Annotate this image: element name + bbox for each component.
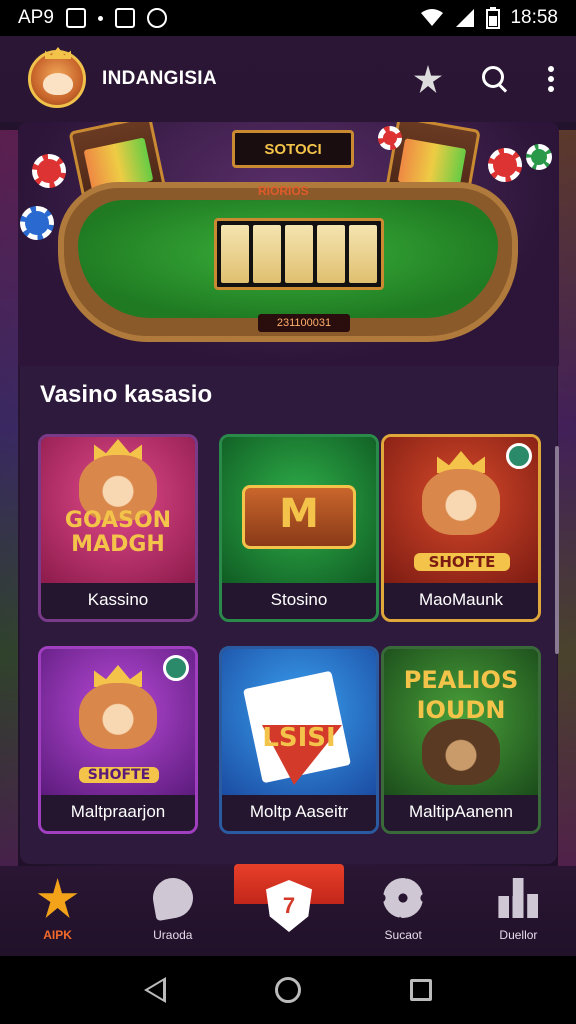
- game-card-label: Moltp Aaseitr: [222, 795, 376, 831]
- game-card-art: LSISI: [222, 649, 376, 799]
- notification-image-icon: [65, 8, 86, 28]
- chip-badge-icon: [506, 443, 532, 469]
- app-logo[interactable]: [28, 50, 86, 108]
- game-card[interactable]: SHOFTE MaoMaunk: [381, 434, 541, 622]
- status-left: AP9: [18, 7, 167, 29]
- signal-icon: [456, 9, 475, 27]
- poker-chip-icon: [378, 126, 402, 150]
- nav-item-label: Sucaot: [384, 928, 422, 942]
- left-background-glow: [0, 130, 18, 880]
- game-card-art: GOASON MADGH: [41, 437, 195, 587]
- game-card[interactable]: GOASON MADGH Kassino: [38, 434, 198, 622]
- nav-item-label: Uraoda: [153, 928, 193, 942]
- back-icon[interactable]: [144, 977, 167, 1003]
- profile-icon: [498, 878, 539, 918]
- status-carrier-text: AP9: [18, 7, 54, 28]
- status-bar: AP9 18:58: [0, 0, 576, 36]
- game-card-art: SHOFTE: [384, 437, 538, 587]
- game-card-art: SHOFTE: [41, 649, 195, 799]
- search-icon[interactable]: [482, 66, 508, 92]
- poker-chip-icon: [526, 144, 552, 170]
- game-card-art-text: GOASON MADGH: [64, 508, 172, 557]
- game-card[interactable]: LSISI Moltp Aaseitr: [219, 646, 379, 834]
- nav-item-settings[interactable]: Sucaot: [346, 866, 461, 956]
- nav-item-home[interactable]: AIPK: [0, 866, 115, 956]
- game-card-art: PEALIOS IOUDN: [384, 649, 538, 799]
- game-card-art-text: LSISI: [262, 723, 336, 753]
- game-card-label: Maltpraarjon: [41, 795, 195, 831]
- poker-chip-icon: [32, 154, 66, 188]
- chip-badge-icon: [163, 655, 189, 681]
- status-time: 18:58: [510, 7, 558, 28]
- chat-icon: [149, 874, 196, 922]
- star-icon: [37, 878, 78, 918]
- right-background-glow: [558, 130, 576, 880]
- nav-item-messages[interactable]: Uraoda: [115, 866, 230, 956]
- game-card-art-text: SHOFTE: [414, 553, 510, 571]
- app-actions: [414, 65, 554, 93]
- recent-apps-icon[interactable]: [409, 979, 432, 1001]
- nav-item-profile[interactable]: Duellor: [461, 866, 576, 956]
- vpn-icon: [146, 8, 167, 28]
- game-card-label: MaoMaunk: [384, 583, 538, 619]
- game-card-label: Stosino: [222, 583, 376, 619]
- hero-banner[interactable]: SOTOCI RIORIOS 231100031: [18, 122, 559, 366]
- mascot-illustration: [79, 683, 157, 749]
- game-card[interactable]: M Stosino: [219, 434, 379, 622]
- shield-glyph: 7: [282, 893, 296, 918]
- nav-item-label: Duellor: [499, 928, 538, 942]
- section-title: Vasino kasasio: [40, 381, 213, 408]
- scrollbar[interactable]: [555, 446, 559, 654]
- status-right: 18:58: [420, 7, 558, 29]
- gear-icon: [383, 878, 424, 918]
- camera-icon: [114, 8, 135, 28]
- mascot-illustration: [422, 719, 500, 785]
- game-panel: Vasino kasasio GOASON MADGH Kassino M St…: [20, 366, 559, 864]
- poker-chip-icon: [20, 206, 54, 240]
- favorite-star-icon[interactable]: [414, 65, 442, 93]
- nav-item-label: AIPK: [43, 928, 72, 942]
- system-nav-bar: [0, 956, 576, 1024]
- more-options-icon[interactable]: [548, 66, 554, 92]
- app-title: INDANGISIA: [102, 68, 217, 89]
- game-card-art-text: PEALIOS IOUDN: [403, 666, 519, 724]
- felt-label: RIORIOS: [258, 184, 309, 198]
- app-screen: AP9 18:58 INDANGISIA SOTOCI RIORIOS 2311…: [0, 0, 576, 1024]
- game-card[interactable]: PEALIOS IOUDN MaltipAanenn: [381, 646, 541, 834]
- game-card-art-text: M: [279, 491, 319, 537]
- hero-sign: SOTOCI: [232, 130, 354, 168]
- battery-icon: [486, 7, 501, 29]
- wifi-icon: [421, 9, 444, 26]
- mascot-illustration: [422, 469, 500, 535]
- slot-reels: [214, 218, 384, 290]
- home-icon[interactable]: [274, 977, 301, 1003]
- game-card[interactable]: SHOFTE Maltpraarjon: [38, 646, 198, 834]
- app-bar: INDANGISIA: [0, 36, 576, 122]
- game-card-art: M: [222, 437, 376, 587]
- game-card-art-text: SHOFTE: [79, 767, 159, 783]
- poker-chip-icon: [488, 148, 522, 182]
- notification-dot-icon: [97, 15, 103, 21]
- jackpot-counter: 231100031: [258, 314, 350, 332]
- game-card-label: MaltipAanenn: [384, 795, 538, 831]
- game-card-label: Kassino: [41, 583, 195, 619]
